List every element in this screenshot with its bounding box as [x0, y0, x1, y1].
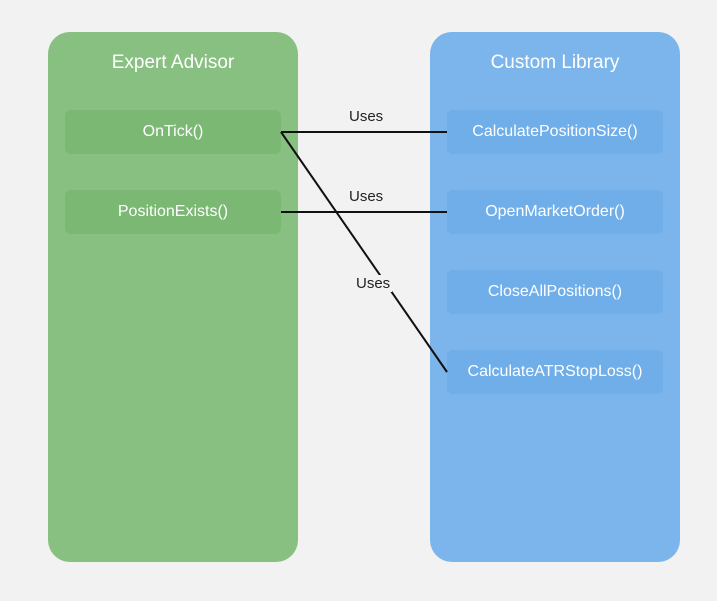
node-label: CloseAllPositions() — [488, 283, 622, 301]
node-ontick: OnTick() — [65, 110, 281, 154]
expert-advisor-title: Expert Advisor — [48, 52, 298, 74]
node-label: OnTick() — [143, 123, 204, 141]
node-positionexists: PositionExists() — [65, 190, 281, 234]
edge-label-uses-3: Uses — [354, 275, 392, 292]
node-label: OpenMarketOrder() — [485, 203, 625, 221]
node-openmarketorder: OpenMarketOrder() — [447, 190, 663, 234]
edge-label-uses-1: Uses — [347, 108, 385, 125]
node-calculatepositionsize: CalculatePositionSize() — [447, 110, 663, 154]
architecture-diagram: Expert Advisor Custom Library OnTick() P… — [0, 0, 717, 601]
node-label: CalculateATRStopLoss() — [468, 363, 643, 381]
node-calculateatrstoploss: CalculateATRStopLoss() — [447, 350, 663, 394]
node-label: CalculatePositionSize() — [472, 123, 637, 141]
node-label: PositionExists() — [118, 203, 228, 221]
edge-label-uses-2: Uses — [347, 188, 385, 205]
node-closeallpositions: CloseAllPositions() — [447, 270, 663, 314]
custom-library-title: Custom Library — [430, 52, 680, 74]
